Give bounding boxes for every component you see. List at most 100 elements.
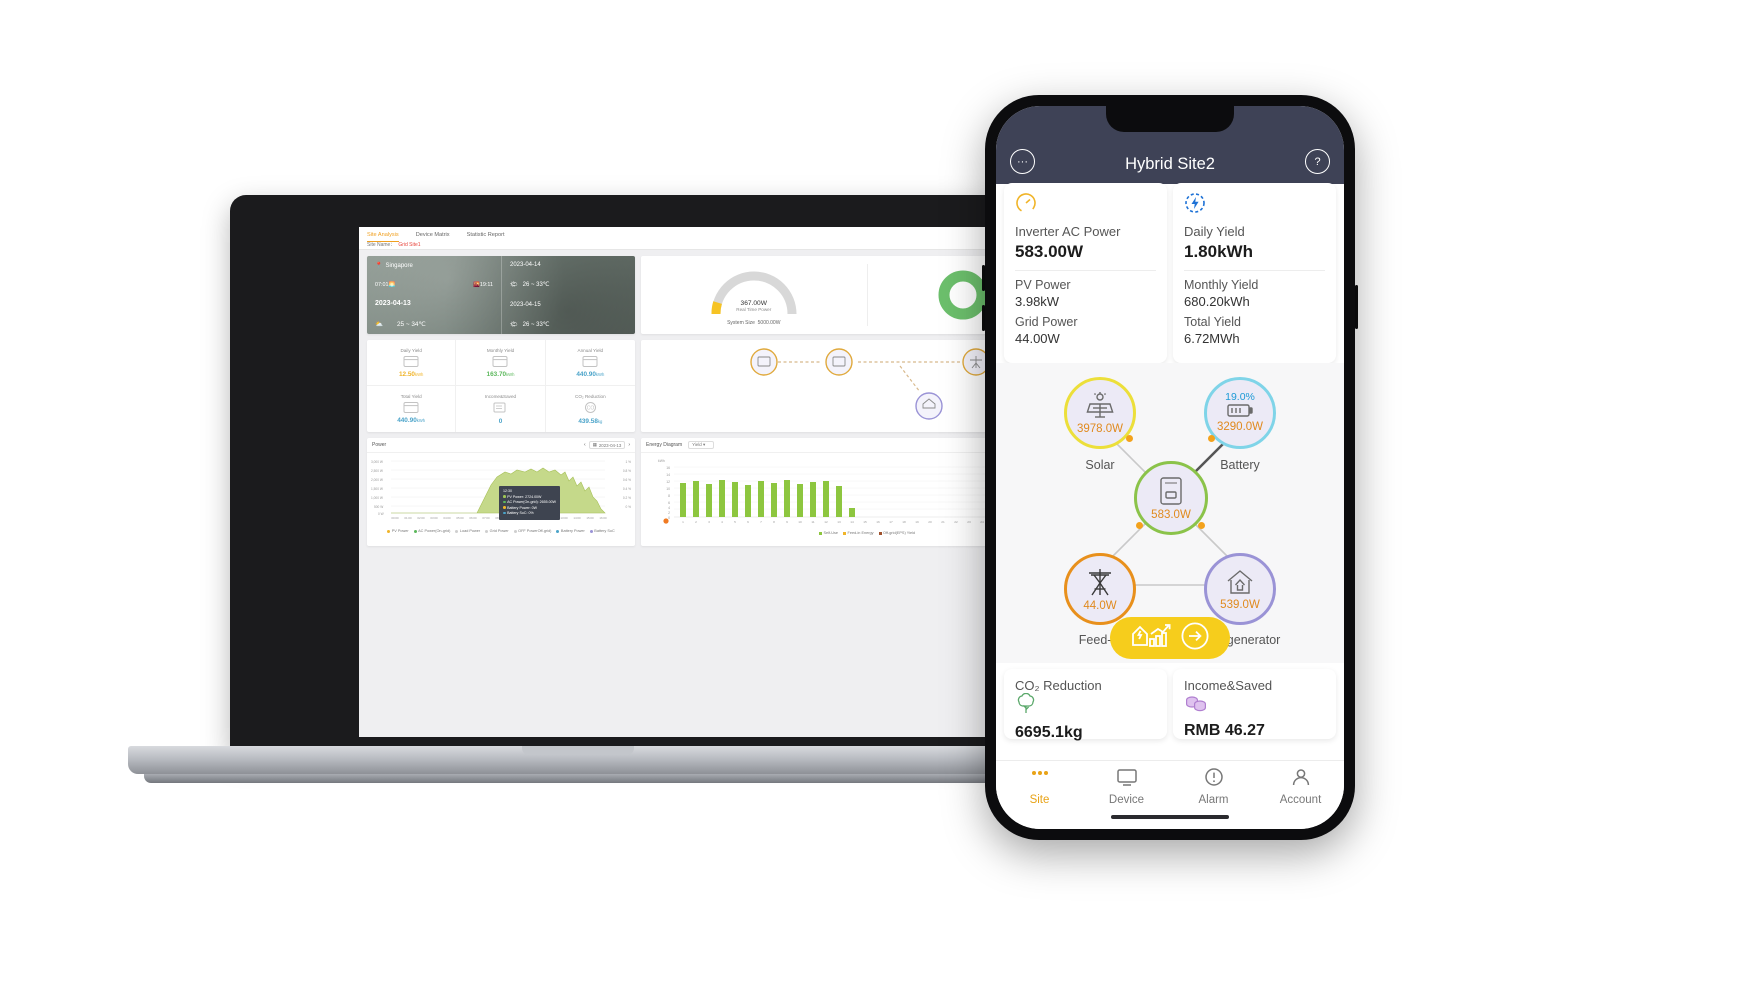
kpi-title: Annual Yield	[577, 347, 604, 353]
card-income-saved[interactable]: Income&Saved RMB 46.27	[1173, 669, 1336, 739]
energy-chart-select[interactable]: Yield ▾	[688, 441, 715, 449]
site-name-value[interactable]: Grid Site1	[398, 242, 420, 248]
tab-site[interactable]: Site	[996, 767, 1083, 806]
svg-text:4: 4	[668, 506, 670, 510]
svg-text:2: 2	[668, 511, 670, 515]
tab-label: Alarm	[1198, 794, 1229, 806]
legend-item[interactable]: Off-grid(EPS) Yield	[878, 531, 915, 535]
svg-text:06:00: 06:00	[469, 516, 477, 520]
tab-alarm[interactable]: Alarm	[1170, 767, 1257, 806]
energy-bolt-icon	[1184, 192, 1325, 219]
power-chart-title: Power	[372, 442, 387, 448]
pylon-icon	[1085, 567, 1115, 602]
legend-item[interactable]: Battery Power	[556, 529, 585, 533]
tab-device[interactable]: Device	[1083, 767, 1170, 806]
phone-notch	[1106, 106, 1234, 132]
svg-text:19: 19	[915, 520, 919, 524]
weather-day2-icon: 🌤	[510, 282, 518, 289]
stats-row: Inverter AC Power 583.00W PV Power 3.98k…	[996, 183, 1344, 363]
next-date-icon[interactable]: ›	[628, 442, 630, 448]
kpi-grid: Daily Yield 12.50kWh Monthly Yield 163.7…	[367, 340, 635, 432]
svg-text:8: 8	[773, 520, 775, 524]
tab-statistic-report[interactable]: Statistic Report	[467, 232, 505, 242]
stat-label: Inverter AC Power	[1015, 224, 1121, 239]
svg-text:12: 12	[824, 520, 828, 524]
svg-text:0 %: 0 %	[626, 505, 632, 509]
power-button[interactable]	[1355, 285, 1358, 329]
legend-item[interactable]: Self-Use	[818, 531, 838, 535]
weather-day2-row: 🌤 26 ~ 33℃	[510, 281, 627, 288]
legend-item[interactable]: Load Power	[455, 529, 480, 533]
stat-sub-label: Grid Power	[1015, 315, 1078, 329]
kpi-title: Total Yield	[400, 394, 422, 399]
arrow-right-circle-icon	[1180, 621, 1210, 656]
legend-item[interactable]: OFF PowerOff-grid)	[513, 529, 551, 533]
svg-text:12: 12	[666, 480, 670, 484]
svg-text:20: 20	[928, 520, 932, 524]
tab-account[interactable]: Account	[1257, 767, 1344, 806]
svg-text:13:00: 13:00	[560, 516, 568, 520]
weather-day3-row: 🌤 26 ~ 33℃	[510, 321, 627, 328]
legend-item[interactable]: Feed-in Energy	[843, 531, 874, 535]
svg-text:0: 0	[668, 516, 670, 520]
more-dots-icon[interactable]: ···	[1010, 149, 1035, 174]
tooltip-row: Battery SoC: 0%	[503, 511, 556, 517]
divider	[1015, 270, 1156, 271]
weather-day2-date: 2023-04-14	[510, 262, 541, 268]
weather-day2-temp: 26 ~ 33℃	[522, 282, 550, 289]
stat-sub-label: PV Power	[1015, 278, 1071, 292]
stat-card-inverter[interactable]: Inverter AC Power 583.00W PV Power 3.98k…	[1004, 183, 1167, 363]
flow-node-feedin[interactable]: 44.0W	[1064, 553, 1136, 625]
solar-panel-icon	[1085, 391, 1115, 425]
svg-text:2,500 W: 2,500 W	[371, 469, 383, 473]
legend-item[interactable]: Battery SoC	[589, 529, 615, 533]
flow-dot	[1208, 435, 1215, 442]
weather-city-row: 📍 Singapore	[375, 262, 493, 270]
legend-item[interactable]: Grid Power	[485, 529, 509, 533]
svg-text:6: 6	[747, 520, 749, 524]
stat-sub-label: Monthly Yield	[1184, 278, 1259, 292]
svg-text:500 W: 500 W	[374, 505, 383, 509]
energy-flow-section: 3978.0W Solar 19.0% 3290.0W Battery 583.…	[996, 363, 1344, 663]
legend-item[interactable]: PV Power	[387, 529, 409, 533]
kpi-title: Monthly Yield	[486, 347, 515, 353]
power-chart-card: Power ‹ ▦ 2023-04-13 › 3,000 W 2,500 W 2…	[367, 438, 635, 546]
kpi-value: 440.90kWh	[397, 417, 426, 424]
svg-text:21: 21	[941, 520, 945, 524]
card-co2-reduction[interactable]: CO₂ Reduction 6695.1kg	[1004, 669, 1167, 741]
stat-sub-value: 44.00W	[1015, 331, 1060, 346]
go-to-analysis-button[interactable]	[1110, 617, 1230, 659]
card-label: Income&Saved	[1184, 678, 1273, 693]
svg-text:0.2 %: 0.2 %	[623, 496, 631, 500]
sunset-time: 19:11	[479, 281, 493, 288]
svg-text:0.4 %: 0.4 %	[623, 487, 631, 491]
coins-icon	[1184, 693, 1325, 718]
weather-today-temp-row: ⛅ 25 ~ 34℃	[375, 320, 493, 328]
flow-dot	[1136, 522, 1143, 529]
flow-dot	[1198, 522, 1205, 529]
prev-date-icon[interactable]: ‹	[584, 442, 586, 448]
home-indicator	[1111, 814, 1229, 819]
svg-text:10: 10	[666, 487, 670, 491]
svg-text:CO: CO	[587, 405, 595, 411]
weather-today-date: 2023-04-13	[375, 300, 411, 308]
system-size-label: System Size	[727, 320, 755, 326]
help-circle-icon[interactable]: ?	[1305, 149, 1330, 174]
node-value: 583.0W	[1151, 508, 1191, 521]
device-icon	[1116, 767, 1138, 790]
weather-today: 📍 Singapore 07:01 🌅 🌇 19:11 2023-04-13 ⛅…	[367, 256, 501, 334]
weather-card: 📍 Singapore 07:01 🌅 🌇 19:11 2023-04-13 ⛅…	[367, 256, 635, 334]
svg-text:04:00: 04:00	[443, 516, 451, 520]
kpi-value: 439.58kg	[578, 417, 603, 425]
svg-text:13: 13	[837, 520, 841, 524]
tab-device-matrix[interactable]: Device Matrix	[416, 232, 450, 242]
svg-text:23: 23	[967, 520, 971, 524]
flow-node-inverter[interactable]: 583.0W	[1134, 461, 1208, 535]
sun-times: 07:01 🌅 🌇 19:11	[375, 282, 493, 288]
legend-item[interactable]: AC Power(On-grid)	[413, 529, 450, 533]
power-chart-date[interactable]: ▦ 2023-04-13	[588, 441, 626, 449]
calendar-total-icon	[403, 401, 419, 415]
stat-card-yield[interactable]: Daily Yield 1.80kWh Monthly Yield 680.20…	[1173, 183, 1336, 363]
power-chart-tooltip: 12:30 PV Power: 2724.00W AC Power(On-gri…	[499, 486, 561, 520]
flow-node-load[interactable]: 539.0W	[1204, 553, 1276, 625]
